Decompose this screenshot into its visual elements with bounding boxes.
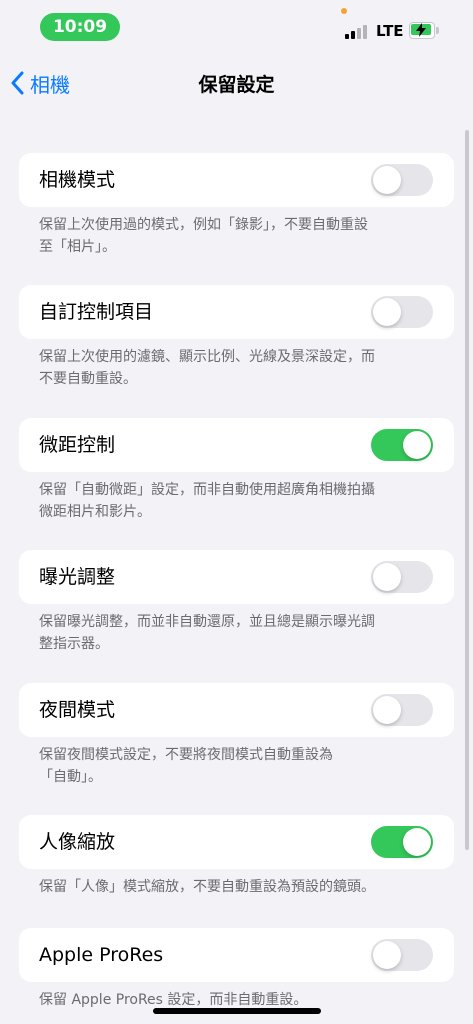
setting-toggle[interactable] xyxy=(371,826,433,858)
setting-toggle[interactable] xyxy=(371,694,433,726)
setting-row: 曝光調整 xyxy=(19,550,454,604)
setting-toggle[interactable] xyxy=(371,561,433,593)
setting-footer: 保留「自動微距」設定，而非自動使用超廣角相機拍攝 微距相片和影片。 xyxy=(39,482,375,520)
setting-toggle[interactable] xyxy=(371,429,433,461)
setting-label: 曝光調整 xyxy=(39,566,116,588)
setting-label: 夜間模式 xyxy=(39,699,116,721)
toggle-knob xyxy=(373,563,401,591)
setting-footer: 保留曝光調整，而並非自動還原，並且總是顯示曝光調 整指示器。 xyxy=(39,614,375,652)
setting-label: 自訂控制項目 xyxy=(39,301,154,323)
scroll-indicator xyxy=(465,130,469,850)
setting-row: 自訂控制項目 xyxy=(19,285,454,339)
setting-label: Apple ProRes xyxy=(39,944,164,966)
setting-toggle[interactable] xyxy=(371,939,433,971)
toggle-knob xyxy=(373,696,401,724)
status-bar: 10:09 LTE xyxy=(0,0,473,54)
setting-row: Apple ProRes xyxy=(19,928,454,982)
setting-label: 相機模式 xyxy=(39,169,116,191)
toggle-knob xyxy=(373,166,401,194)
setting-footer: 保留上次使用的濾鏡、顯示比例、光線及景深設定，而 不要自動重設。 xyxy=(39,349,375,387)
network-type: LTE xyxy=(376,22,404,40)
toggle-knob xyxy=(403,431,431,459)
cellular-signal-icon xyxy=(345,24,371,39)
privacy-indicator-dot xyxy=(341,8,347,14)
setting-toggle[interactable] xyxy=(371,164,433,196)
toggle-knob xyxy=(373,941,401,969)
setting-row: 夜間模式 xyxy=(19,683,454,737)
status-time[interactable]: 10:09 xyxy=(40,13,120,41)
setting-label: 微距控制 xyxy=(39,434,116,456)
toggle-knob xyxy=(373,298,401,326)
setting-toggle[interactable] xyxy=(371,296,433,328)
setting-row: 人像縮放 xyxy=(19,815,454,869)
navigation-bar: 相機 保留設定 xyxy=(0,60,473,106)
setting-row: 微距控制 xyxy=(19,418,454,472)
battery-charging-icon xyxy=(409,22,439,39)
setting-footer: 保留上次使用過的模式，例如「錄影」，不要自動重設 至「相片」。 xyxy=(39,217,368,255)
setting-label: 人像縮放 xyxy=(39,831,116,853)
page-title: 保留設定 xyxy=(198,74,275,96)
toggle-knob xyxy=(403,828,431,856)
setting-footer: 保留夜間模式設定，不要將夜間模式自動重設為 「自動」。 xyxy=(39,747,333,785)
home-indicator[interactable] xyxy=(153,1008,321,1014)
setting-footer: 保留「人像」模式縮放，不要自動重設為預設的鏡頭。 xyxy=(39,879,375,895)
setting-row: 相機模式 xyxy=(19,153,454,207)
